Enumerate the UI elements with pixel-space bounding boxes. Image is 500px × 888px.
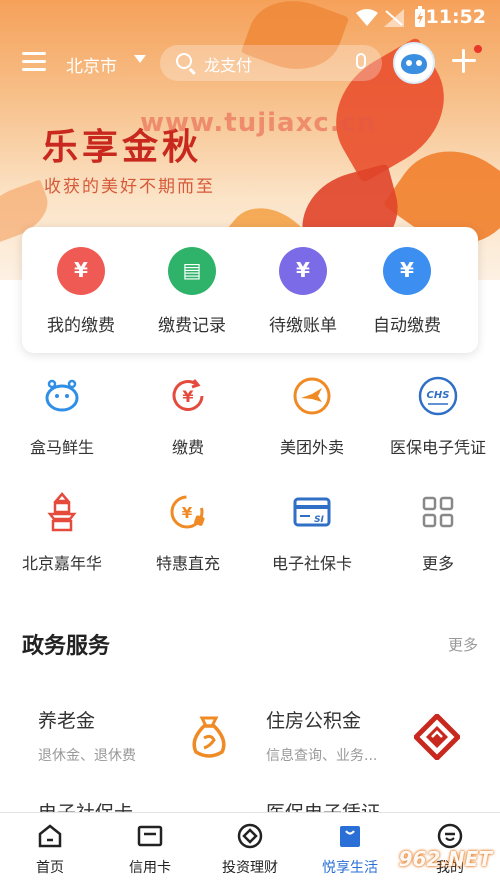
- hamburger-menu-icon[interactable]: [22, 52, 46, 72]
- service-beijing-carnival[interactable]: 北京嘉年华: [2, 492, 122, 574]
- wallet-yen-icon: ¥: [57, 247, 105, 295]
- tab-credit-card[interactable]: 信用卡: [110, 823, 190, 877]
- microphone-icon[interactable]: [356, 53, 366, 69]
- chs-badge-icon: CHS: [418, 376, 458, 416]
- status-bar: 11:52: [0, 0, 500, 36]
- battery-charging-icon: [415, 6, 425, 27]
- top-navigation: 北京市 龙支付: [0, 40, 500, 86]
- service-hema[interactable]: 盒马鲜生: [2, 376, 122, 458]
- notification-dot: [474, 45, 482, 53]
- gov-pension-card[interactable]: 养老金 退休金、退休费: [38, 706, 136, 765]
- wifi-icon: [356, 9, 378, 26]
- service-recharge[interactable]: ¥ 特惠直充: [128, 492, 248, 574]
- svg-text:¥: ¥: [182, 504, 193, 522]
- monitor-yen-icon: ¥: [383, 247, 431, 295]
- bottom-tab-bar: 首页 信用卡 投资理财 悦享生活 我的 962.NET: [0, 812, 500, 888]
- hippo-icon: [42, 376, 82, 416]
- caret-down-icon[interactable]: [134, 55, 146, 63]
- kangaroo-icon: [292, 376, 332, 416]
- home-icon: [37, 823, 63, 849]
- service-meituan[interactable]: 美团外卖: [252, 376, 372, 458]
- housing-fund-icon: [414, 714, 460, 760]
- payment-quick-card: ¥ 我的缴费 ▤ 缴费记录 ¥ 待缴账单 ¥ 自动缴费: [22, 227, 478, 353]
- tab-investment[interactable]: 投资理财: [210, 823, 290, 877]
- bill-yen-icon: ¥: [279, 247, 327, 295]
- yen-tag-icon: ¥: [168, 492, 208, 532]
- auto-payment-button[interactable]: ¥ 自动缴费: [352, 247, 462, 336]
- svg-text:CHS: CHS: [427, 390, 450, 401]
- search-bar[interactable]: 龙支付: [160, 45, 382, 81]
- banner-subtitle: 收获的美好不期而至: [44, 177, 215, 197]
- gov-housing-fund-card[interactable]: 住房公积金 信息查询、业务...: [266, 706, 377, 765]
- signal-icon: [384, 9, 404, 27]
- svg-text:¥: ¥: [182, 387, 193, 406]
- my-payment-button[interactable]: ¥ 我的缴费: [26, 247, 136, 336]
- clock-time: 11:52: [425, 6, 486, 28]
- service-more[interactable]: 更多: [378, 492, 498, 574]
- clipboard-icon: ▤: [168, 247, 216, 295]
- mascot-avatar[interactable]: [393, 42, 435, 84]
- money-bag-icon: [192, 716, 226, 758]
- pending-bill-button[interactable]: ¥ 待缴账单: [248, 247, 358, 336]
- pagoda-icon: [42, 492, 82, 532]
- city-selector[interactable]: 北京市: [66, 52, 117, 77]
- mascot-face-icon: [401, 54, 427, 74]
- gov-services-more-link[interactable]: 更多: [448, 634, 478, 655]
- service-payment[interactable]: ¥ 缴费: [128, 376, 248, 458]
- add-icon[interactable]: [452, 45, 482, 73]
- service-medical-insurance[interactable]: CHS 医保电子凭证: [378, 376, 498, 458]
- investment-icon: [237, 823, 263, 849]
- search-icon: [176, 53, 192, 69]
- svg-text:SI: SI: [314, 515, 324, 525]
- si-card-icon: SI: [292, 492, 332, 532]
- search-placeholder: 龙支付: [204, 56, 253, 75]
- grid-four-icon: [418, 492, 458, 532]
- tab-lifestyle[interactable]: 悦享生活: [310, 823, 390, 877]
- credit-card-icon: [137, 823, 163, 849]
- tab-home[interactable]: 首页: [10, 823, 90, 877]
- service-social-security-card[interactable]: SI 电子社保卡: [252, 492, 372, 574]
- payment-record-button[interactable]: ▤ 缴费记录: [137, 247, 247, 336]
- corner-watermark: 962.NET: [398, 847, 492, 871]
- lifestyle-bag-icon: [337, 823, 363, 849]
- gov-services-title: 政务服务: [22, 634, 111, 659]
- watermark-text: www.tujiaxc.cn: [140, 108, 377, 138]
- profile-icon: [437, 823, 463, 849]
- yen-refresh-icon: ¥: [168, 376, 208, 416]
